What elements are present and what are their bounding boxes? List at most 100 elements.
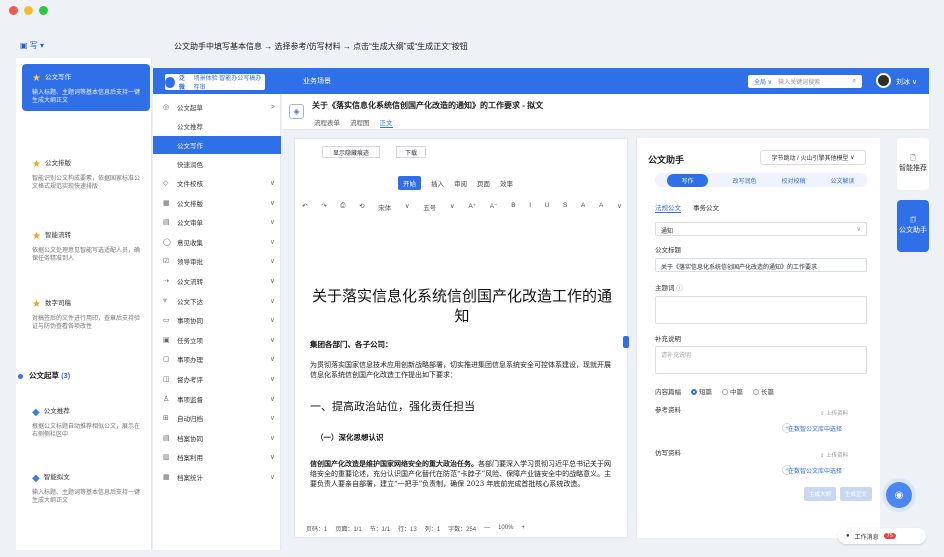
model-select[interactable]: 字节跳动 / 火山引擎其他模型 ∨ [760,150,866,165]
toggle-marks-button[interactable]: 显示隐藏痕迹 [322,146,380,158]
doctype-select[interactable]: 通知 ∨ [655,222,867,236]
nav-item[interactable]: ◇ 文件校核 ∨ [163,174,275,192]
nav-item[interactable]: 公文写作 [153,136,281,154]
nav-item[interactable]: ◫ 督办考评 ∨ [163,370,275,388]
format-tool[interactable]: ∨ [450,202,455,212]
format-tool[interactable]: 宋体 [378,202,391,212]
nav-item[interactable]: ▣ 任务立项 ∨ [163,331,275,349]
tab-proof[interactable]: 校对校稿 [781,176,805,185]
radio-medium[interactable]: 中篇 [722,386,743,396]
rail-assistant[interactable]: 🗊 公文助手 [897,200,929,252]
nav-item[interactable]: ▦ 档案统计 ∨ [163,468,275,486]
nav-item[interactable]: ♙ 事项监督 ∨ [163,390,275,408]
tab-interpret[interactable]: 公文解读 [830,176,854,185]
nav-item[interactable]: ⇢ 公文流转 ∨ [163,272,275,290]
nav-item[interactable]: ▤ 公文审单 ∨ [163,213,275,231]
feature-card[interactable]: ★ 公文排版 智能识别公文构成要素，依据国家标准公文格式规范实现快速排版 [22,150,150,197]
business-scene-tab[interactable]: 业务场景 [303,76,331,86]
feature-card[interactable]: ◆ 智能拟文 输入标题、主题词等基本信息后支持一键生成大纲正文 [22,464,150,511]
ribbon-insert[interactable]: 插入 [431,178,444,188]
nav-item[interactable]: ⊞ 自动归档 ∨ [163,409,275,427]
format-tool[interactable]: ⟲ [359,202,364,212]
search-input[interactable]: 全局 ∨ 输入关键词搜索 ⌕ [748,75,862,88]
title-input[interactable]: 关于《落实信息化系统信创国产化改造的通知》的工作要求 [655,258,867,272]
feature-card[interactable]: ◆ 公文推荐 根据公文标题自动推荐相似公文，展示在右侧侧栏区中 [22,398,150,445]
format-tool[interactable]: ↷ [321,202,326,212]
nav-label: 任务立项 [177,337,203,345]
format-tool[interactable]: B [511,202,515,212]
help-icon[interactable]: ⓘ [676,285,683,292]
upload-ref-button[interactable]: ⇪ 上传资料 [820,409,848,417]
generate-outline-button[interactable]: 生成大纲 [804,487,836,501]
maximize-dot[interactable] [39,6,48,15]
collapse-handle[interactable] [623,336,629,348]
nav-item[interactable]: ◎ 公文起草 > [163,98,275,116]
feature-card[interactable]: ★ 公文写作 输入标题、主题词等基本信息后支持一键生成大纲正文 [22,64,150,111]
format-tool[interactable]: ⎙ [340,202,345,212]
format-tool[interactable]: ∨ [617,202,622,212]
section-header[interactable]: 公文起草 (3) [18,370,70,381]
nav-item[interactable]: ☑ 领导审批 ∨ [163,252,275,270]
format-tool[interactable]: ↶ [302,202,307,212]
feature-card[interactable]: ★ 数字司稿 对稿签后的文件进行用印，查章后支持验证与防伪查看各项改性 [22,290,150,337]
download-button[interactable]: 下载 [396,146,426,158]
workspace-switch[interactable]: ▣ 写 ▾ [20,40,44,51]
ribbon-review[interactable]: 审阅 [454,178,467,188]
tab-form[interactable]: 流程表单 [314,120,340,127]
format-tool[interactable]: ∨ [405,202,410,212]
nav-item[interactable]: ◯ 意见收集 ∨ [163,233,275,251]
assistant-fab[interactable]: ◉ [886,482,912,508]
note-label: 补充说明 [655,336,681,343]
pick-copy-link[interactable]: 在数智公文库中选择 [788,466,842,475]
generate-body-button[interactable]: 生成正文 [840,487,872,501]
tab-body[interactable]: 正文 [379,120,393,128]
pick-ref-link[interactable]: 在数智公文库中选择 [788,424,842,433]
topic-input[interactable] [655,296,867,324]
note-input[interactable]: 请补充说明 [655,346,867,374]
radio-long[interactable]: 长篇 [753,386,774,396]
search-scope[interactable]: 全局 ∨ [754,77,772,86]
ribbon-page[interactable]: 页面 [477,178,490,188]
format-tool[interactable]: S [563,202,567,212]
tab-legal-doc[interactable]: 法规公文 [655,205,681,213]
avatar[interactable] [876,73,891,88]
rail-recommend[interactable]: 🗋 智能推荐 [897,138,929,190]
message-count-badge: 75 [883,533,896,539]
nav-item[interactable]: ⩔ 公文下达 ∨ [163,292,275,310]
ribbon-efficiency[interactable]: 效率 [500,178,513,188]
logo-sub: 场景体验 智能办公写稿办存审 [193,76,262,91]
format-tool[interactable]: 五号 [423,202,436,212]
nav-item[interactable]: ▤ 档案协同 ∨ [163,429,275,447]
nav-label: 公文推荐 [177,124,203,131]
nav-item[interactable]: ▦ 公文排版 ∨ [163,194,275,212]
tab-write[interactable]: 写作 [667,173,708,187]
tab-affairs-doc[interactable]: 事务公文 [693,205,719,212]
work-message[interactable]: ● 工作消息 75 [838,528,926,544]
nav-item[interactable]: ▢ 事项办理 ∨ [163,350,275,368]
nav-item[interactable]: 公文推荐 [163,117,275,135]
search-icon[interactable]: ⌕ [853,78,856,85]
format-tool[interactable]: A⁺ [468,202,476,212]
minimize-dot[interactable] [24,6,33,15]
format-tool[interactable]: A [581,202,585,212]
format-tool[interactable]: A [599,202,603,212]
ribbon-start[interactable]: 开始 [398,176,421,190]
tab-polish[interactable]: 改写润色 [732,176,756,185]
status-item: 字数：254 [448,526,477,533]
format-tool[interactable]: U [545,202,550,212]
assistant-tabs: 写作 改写润色 校对校稿 公文解读 [655,173,867,187]
star-icon: ★ [32,231,41,242]
nav-item[interactable]: ▥ 档案利用 ∨ [163,448,275,466]
radio-short[interactable]: 短篇 [691,386,712,396]
nav-item[interactable]: ▭ 事项协同 ∨ [163,311,275,329]
format-tool[interactable]: A⁻ [490,202,498,212]
format-tool[interactable]: I [529,202,531,212]
nav-item[interactable]: 快速润色 [163,155,275,173]
user-name[interactable]: 刘冰 ∨ [896,77,917,87]
feature-card-title: 公文写作 [44,74,71,82]
tab-flowchart[interactable]: 流程图 [350,120,370,127]
feature-card-desc: 对稿签后的文件进行用印，查章后支持验证与防伪查看各项改性 [32,315,141,330]
feature-card[interactable]: ★ 智能流转 依据公文处理意见智能写选适配人员，确保任务精准到人 [22,222,150,269]
upload-copy-button[interactable]: ⇪ 上传资料 [820,451,848,459]
close-dot[interactable] [9,6,18,15]
